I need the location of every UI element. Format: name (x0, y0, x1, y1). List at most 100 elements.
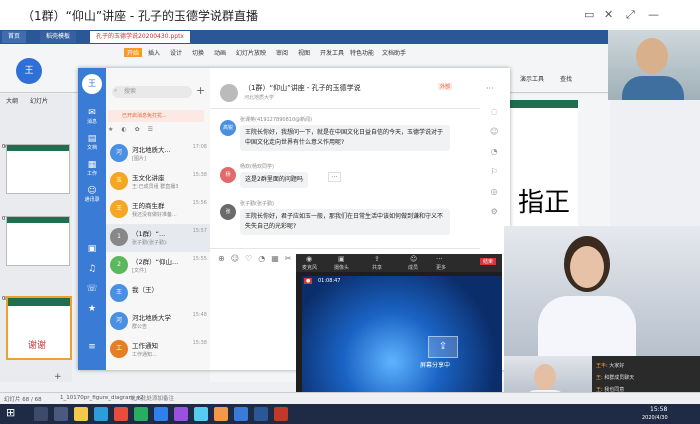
app-icon[interactable] (174, 407, 188, 421)
conversation-item[interactable]: 河河北地质大学 群公告 15:48 (106, 308, 210, 336)
input-toolbar[interactable]: ⊕☺♡◔▦✂ (218, 254, 297, 263)
dingtalk-icon[interactable] (234, 407, 248, 421)
face (534, 364, 556, 390)
avatar[interactable]: 杨 (220, 167, 236, 183)
conversation-time: 17:08 (192, 144, 207, 150)
calendar-icon[interactable]: ▣ (82, 244, 102, 254)
bell-icon[interactable]: ♫ (82, 264, 102, 274)
ribbon-tab-view[interactable]: 视图 (298, 48, 310, 57)
taskview-icon[interactable] (54, 407, 68, 421)
share-icon[interactable]: ⇪ (374, 255, 380, 263)
slide-thumb[interactable] (6, 144, 70, 194)
app-icon[interactable] (214, 407, 228, 421)
more-icon[interactable]: ··· (486, 84, 494, 93)
ppt-icon[interactable] (274, 407, 288, 421)
ribbon-tab-start[interactable]: 开始 (124, 48, 143, 57)
minimize-icon[interactable]: — (648, 8, 659, 21)
conversation-name: 王的商生群 (132, 202, 165, 210)
chat-subtitle: 河北地质大学 (244, 95, 275, 101)
filter-toolbar[interactable]: ★◐✿☰ (108, 126, 204, 136)
face (570, 246, 604, 288)
conversation-list: 搜索 ⌕ + 已开启消息免打扰... ★◐✿☰ 河河北地质大... [图片] 17:… (106, 68, 211, 370)
side-tool-icons[interactable]: ◌ ☺ ◔ ⚐ ◎ ⚙ (490, 102, 498, 222)
slide-count: 幻灯片 68 / 68 (4, 397, 42, 403)
word-icon[interactable] (254, 407, 268, 421)
ribbon-tab-transition[interactable]: 切换 (192, 48, 204, 57)
conversation-item[interactable]: 1 （1群）“... 张子勤(张子勤): 15:57 (106, 224, 210, 252)
sidebar-item-messages[interactable]: ✉ 消息 (82, 108, 102, 125)
browser-icon[interactable] (154, 407, 168, 421)
more-options-icon[interactable]: ··· (436, 255, 443, 263)
menu-icon[interactable]: ≡ (82, 342, 102, 352)
conversation-name: 河北地质大学 (132, 314, 171, 322)
ribbon-tool-present[interactable]: 演示工具 (520, 74, 544, 83)
group-avatar[interactable] (220, 84, 238, 102)
folder-icon[interactable] (74, 407, 88, 421)
plus-icon[interactable]: + (54, 372, 62, 382)
message-sender: 张子勤(张子勤) (240, 201, 274, 207)
divider (210, 248, 480, 249)
ellipsis-icon[interactable]: ··· (328, 172, 341, 182)
app-icon[interactable] (134, 407, 148, 421)
wps-icon[interactable] (114, 407, 128, 421)
avatar[interactable]: 王 (82, 74, 102, 94)
window-title: （1群）“仰山”讲座 - 孔子的玉德学说群直播 (22, 9, 259, 23)
share-label: 屏幕分享中 (420, 362, 451, 369)
ribbon-tab-features[interactable]: 特色功能 (350, 48, 374, 57)
add-icon[interactable]: + (196, 84, 205, 97)
tab-pptx[interactable]: 孔子的玉德学说20200430.pptx (90, 31, 190, 43)
ribbon-tab-review[interactable]: 审阅 (276, 48, 288, 57)
ribbon-tab-dev[interactable]: 开发工具 (320, 48, 344, 57)
tab-templates[interactable]: 稻壳模板 (40, 31, 77, 43)
ribbon-tab-assistant[interactable]: 文档助手 (382, 48, 406, 57)
sidebar-item-contacts[interactable]: ☺ 通讯录 (82, 186, 102, 203)
ribbon-tab-insert[interactable]: 插入 (148, 48, 160, 57)
members-icon[interactable]: ☺ (410, 255, 417, 263)
conversation-preview: 我还没有做好准备... (132, 212, 177, 218)
ribbon-tool-find[interactable]: 查找 (560, 74, 572, 83)
wps-tabbar: 首页 稻壳模板 孔子的玉德学说20200430.pptx (0, 30, 700, 44)
conversation-name: 我（王） (132, 286, 158, 294)
slide-thumb-selected[interactable]: 谢谢 (6, 296, 72, 360)
share-toolbar: ◉ 麦克风 ▣ 摄像头 ⇪ 共享 ☺ 成员 ··· 更多 结束 (296, 254, 502, 272)
notice-banner[interactable]: 已开启消息免打扰... (108, 110, 204, 122)
end-button[interactable]: 结束 (480, 258, 497, 265)
slide-thumb[interactable] (6, 216, 70, 266)
edge-icon[interactable] (94, 407, 108, 421)
star-icon[interactable]: ★ (82, 304, 102, 314)
phone-icon[interactable]: ☏ (82, 284, 102, 294)
expand-icon[interactable]: ⤢ (626, 8, 635, 22)
avatar[interactable]: 高锐 (220, 120, 236, 136)
clock-date: 2020/4/30 (642, 415, 668, 421)
app-icon[interactable] (194, 407, 208, 421)
restore-icon[interactable]: ▭ (584, 8, 594, 21)
avatar[interactable]: 张 (220, 204, 236, 220)
sidebar-item-docs[interactable]: ▤ 文档 (82, 134, 102, 151)
conversation-name: 工作通知 (132, 342, 158, 350)
panel-tab-slides[interactable]: 幻灯片 (30, 96, 48, 105)
conversation-item[interactable]: 王我（王） (106, 280, 210, 308)
conversation-preview: 张子勤(张子勤): (132, 240, 168, 246)
face (636, 38, 668, 74)
ribbon-tab-slideshow[interactable]: 幻灯片放映 (236, 48, 266, 57)
close-icon[interactable]: ✕ (604, 8, 613, 21)
search-taskbar-icon[interactable] (34, 407, 48, 421)
conversation-item[interactable]: 工工作通知 工作通知... 15:38 (106, 336, 210, 364)
conversation-item[interactable]: 河河北地质大... [图片] 17:08 (106, 140, 210, 168)
panel-tab-outline[interactable]: 大纲 (6, 96, 18, 105)
search-input[interactable]: 搜索 (112, 86, 192, 98)
notes-placeholder[interactable]: 单击此处添加备注 (130, 394, 174, 402)
mic-icon[interactable]: ◉ (306, 255, 312, 263)
conversation-item[interactable]: 玉玉文化讲座 王:已成员组 群直播3 15:38 (106, 168, 210, 196)
sidebar-item-work[interactable]: ▦ 工作 (82, 160, 102, 177)
ribbon-tab-animation[interactable]: 动画 (214, 48, 226, 57)
start-icon[interactable]: ⊞ (6, 406, 15, 419)
conversation-item[interactable]: 2 （2群）“仰山... [文件] 15:55 (106, 252, 210, 280)
camera-icon[interactable]: ▣ (338, 255, 345, 263)
conversation-item[interactable]: 王王的商生群 我还没有做好准备... 15:56 (106, 196, 210, 224)
chat-title: （1群）“仰山”讲座 - 孔子的玉德学说 (244, 84, 361, 92)
tab-home[interactable]: 首页 (2, 31, 27, 43)
conversation-name: 河北地质大... (132, 146, 171, 154)
share-timer: 01:08:47 (318, 278, 341, 284)
ribbon-tab-design[interactable]: 设计 (170, 48, 182, 57)
